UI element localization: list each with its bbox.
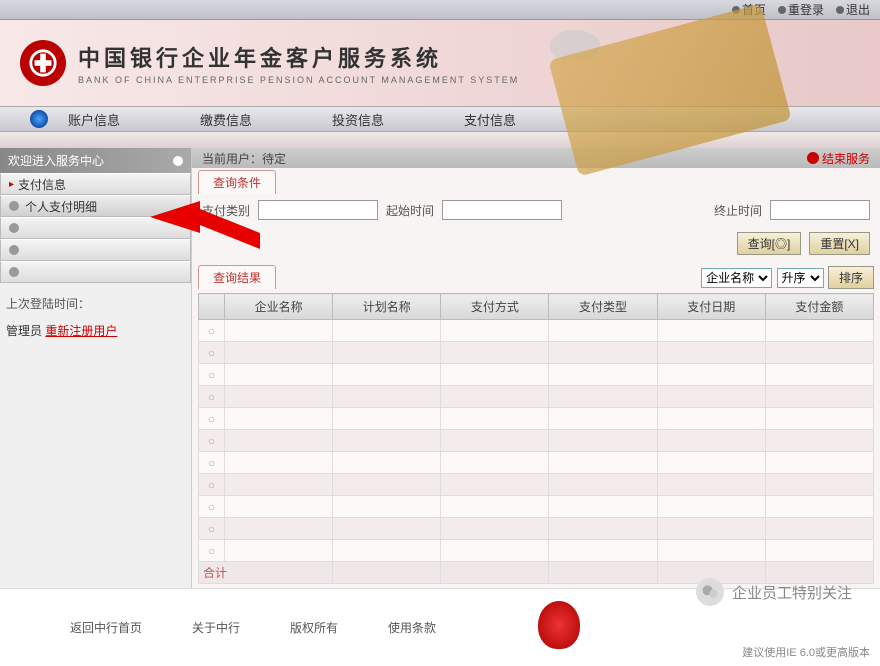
- start-time-label: 起始时间: [386, 202, 434, 219]
- bullet-icon: [9, 267, 19, 277]
- table-row[interactable]: ○: [199, 320, 874, 342]
- admin-reregister-link[interactable]: 重新注册用户: [45, 324, 117, 338]
- main-panel: 当前用户：待定 结束服务 查询条件 支付类别 起始时间 终止时间 查询[◎] 重…: [192, 148, 880, 588]
- sidebar-pay-info[interactable]: ▸ 支付信息: [0, 173, 191, 195]
- nav-home-icon[interactable]: [30, 110, 48, 128]
- banner-title: 中国银行企业年金客户服务系统: [78, 41, 519, 73]
- banner-subtitle: BANK OF CHINA ENTERPRISE PENSION ACCOUNT…: [78, 75, 519, 85]
- col-type: 支付类型: [549, 294, 657, 320]
- watermark: 企业员工特别关注: [696, 578, 852, 606]
- footer-about[interactable]: 关于中行: [192, 619, 240, 636]
- footer-terms[interactable]: 使用条款: [388, 619, 436, 636]
- sidebar-empty-1[interactable]: [0, 217, 191, 239]
- sidebar-welcome: 欢迎进入服务中心: [0, 148, 191, 173]
- dot-icon: [836, 6, 844, 14]
- sub-bar: [0, 132, 880, 148]
- end-time-input[interactable]: [770, 200, 870, 220]
- table-row[interactable]: ○: [199, 364, 874, 386]
- filter-row: 支付类别 起始时间 终止时间: [198, 194, 874, 226]
- table-row[interactable]: ○: [199, 342, 874, 364]
- banner: 中国银行企业年金客户服务系统 BANK OF CHINA ENTERPRISE …: [0, 20, 880, 106]
- footer-note: 建议使用IE 6.0或更高版本: [742, 644, 870, 660]
- sidebar-pay-detail[interactable]: 个人支付明细: [0, 195, 191, 217]
- query-result-tab[interactable]: 查询结果: [198, 265, 276, 289]
- last-login-label: 上次登陆时间：: [0, 283, 191, 316]
- sidebar-empty-2[interactable]: [0, 239, 191, 261]
- sort-field-select[interactable]: 企业名称: [701, 268, 772, 288]
- sidebar: 欢迎进入服务中心 ▸ 支付信息 个人支付明细 上次登陆时间： 管理员 重新注册用…: [0, 148, 192, 588]
- pay-category-label: 支付类别: [202, 202, 250, 219]
- chevron-icon: ▸: [9, 179, 14, 190]
- table-row[interactable]: ○: [199, 496, 874, 518]
- query-condition-tab[interactable]: 查询条件: [198, 170, 276, 194]
- col-amount: 支付金额: [765, 294, 873, 320]
- user-bar: 当前用户：待定 结束服务: [192, 148, 880, 168]
- seal-icon: [538, 601, 580, 649]
- current-user: 当前用户：待定: [202, 150, 286, 167]
- table-row[interactable]: ○: [199, 386, 874, 408]
- col-method: 支付方式: [441, 294, 549, 320]
- footer-home[interactable]: 返回中行首页: [70, 619, 142, 636]
- sidebar-empty-3[interactable]: [0, 261, 191, 283]
- dot-icon: [778, 6, 786, 14]
- sort-order-select[interactable]: 升序: [777, 268, 824, 288]
- start-time-input[interactable]: [442, 200, 562, 220]
- bullet-icon: [9, 201, 19, 211]
- table-row[interactable]: ○: [199, 408, 874, 430]
- footer-copyright[interactable]: 版权所有: [290, 619, 338, 636]
- top-relogin-link[interactable]: 重登录: [778, 1, 824, 18]
- col-plan: 计划名称: [333, 294, 441, 320]
- nav-invest[interactable]: 投资信息: [332, 110, 384, 129]
- logout-link[interactable]: 结束服务: [807, 150, 870, 167]
- table-row[interactable]: ○: [199, 452, 874, 474]
- boc-logo-icon: [20, 40, 66, 86]
- table-row[interactable]: ○: [199, 474, 874, 496]
- nav-fee[interactable]: 缴费信息: [200, 110, 252, 129]
- result-table: 企业名称 计划名称 支付方式 支付类型 支付日期 支付金额 ○○○○○○○○○○…: [198, 293, 874, 584]
- bullet-icon: [9, 245, 19, 255]
- pay-category-input[interactable]: [258, 200, 378, 220]
- table-row[interactable]: ○: [199, 430, 874, 452]
- result-table-wrap[interactable]: 企业名称 计划名称 支付方式 支付类型 支付日期 支付金额 ○○○○○○○○○○…: [198, 293, 874, 586]
- table-row[interactable]: ○: [199, 518, 874, 540]
- search-button[interactable]: 查询[◎]: [737, 232, 802, 255]
- reset-button[interactable]: 重置[X]: [809, 232, 870, 255]
- admin-row: 管理员 重新注册用户: [0, 316, 191, 345]
- col-radio: [199, 294, 225, 320]
- nav-account[interactable]: 账户信息: [68, 110, 120, 129]
- sort-button[interactable]: 排序: [828, 266, 874, 289]
- wechat-icon: [696, 578, 724, 606]
- nav-pay[interactable]: 支付信息: [464, 110, 516, 129]
- end-time-label: 终止时间: [714, 202, 762, 219]
- table-row[interactable]: ○: [199, 540, 874, 562]
- result-header: 查询结果 企业名称 升序 排序: [192, 263, 880, 291]
- col-company: 企业名称: [225, 294, 333, 320]
- bullet-icon: [9, 223, 19, 233]
- orb-icon: [173, 156, 183, 166]
- logout-icon: [807, 152, 819, 164]
- top-exit-link[interactable]: 退出: [836, 1, 870, 18]
- col-date: 支付日期: [657, 294, 765, 320]
